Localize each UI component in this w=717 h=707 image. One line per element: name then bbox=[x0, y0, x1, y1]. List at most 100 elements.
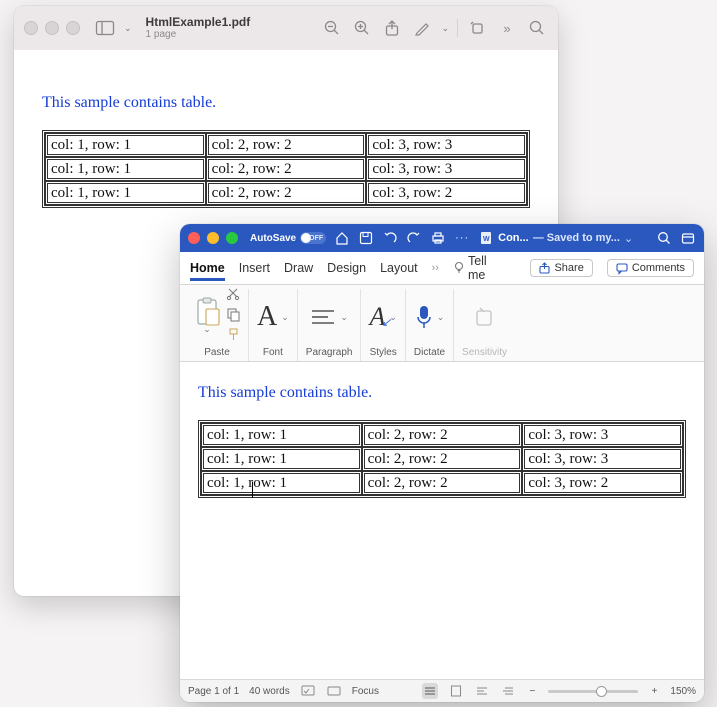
pdf-heading: This sample contains table. bbox=[42, 94, 530, 112]
zoom-out-icon[interactable] bbox=[321, 17, 343, 39]
table-cell[interactable]: col: 3, row: 3 bbox=[522, 423, 683, 447]
web-layout-icon[interactable] bbox=[474, 683, 490, 699]
ribbon-group-sensitivity: Sensitivity bbox=[454, 289, 515, 361]
table-row: col: 1, row: 1 col: 2, row: 2 col: 3, ro… bbox=[45, 157, 527, 181]
tabs-overflow-icon[interactable]: ›› bbox=[432, 262, 439, 274]
fullscreen-dot[interactable] bbox=[226, 232, 238, 244]
close-dot[interactable] bbox=[188, 232, 200, 244]
home-icon[interactable] bbox=[334, 230, 350, 246]
minimize-dot[interactable] bbox=[207, 232, 219, 244]
table-cell[interactable]: col: 1, row: 1 bbox=[201, 423, 362, 447]
markup-chevron-icon[interactable]: ⌄ bbox=[441, 23, 449, 34]
table-cell[interactable]: col: 3, row: 3 bbox=[522, 447, 683, 471]
table-row: col: 1, row: 1 col: 2, row: 2 col: 3, ro… bbox=[45, 133, 527, 157]
zoom-value[interactable]: 150% bbox=[670, 686, 696, 697]
search-icon[interactable] bbox=[526, 17, 548, 39]
zoom-slider[interactable] bbox=[548, 690, 638, 693]
chevron-down-icon[interactable]: ⌄ bbox=[124, 23, 132, 34]
table-cell[interactable]: col: 1, row: 1 bbox=[201, 447, 362, 471]
status-words[interactable]: 40 words bbox=[249, 686, 290, 697]
zoom-out-button[interactable]: − bbox=[526, 686, 538, 697]
table-row: col: 1, row: 1 col: 2, row: 2 col: 3, ro… bbox=[45, 181, 527, 205]
text-cursor bbox=[252, 482, 253, 498]
tab-home[interactable]: Home bbox=[190, 255, 225, 281]
window-traffic-lights bbox=[188, 232, 238, 244]
print-layout-icon[interactable] bbox=[448, 683, 464, 699]
redo-icon[interactable] bbox=[406, 230, 422, 246]
outline-view-icon[interactable] bbox=[500, 683, 516, 699]
pdf-page-count: 1 page bbox=[146, 29, 251, 40]
ribbon-group-styles: A↙ ⌄ Styles bbox=[361, 289, 405, 361]
table-cell[interactable]: col: 3, row: 2 bbox=[522, 471, 683, 495]
paragraph-lines-icon bbox=[310, 307, 336, 327]
copy-icon[interactable] bbox=[226, 307, 240, 324]
table-cell[interactable]: col: 1, row: 1 bbox=[201, 471, 362, 495]
comments-button[interactable]: Comments bbox=[607, 259, 694, 277]
print-icon[interactable] bbox=[430, 230, 446, 246]
fullscreen-dot[interactable] bbox=[66, 21, 80, 35]
sidebar-toggle-icon[interactable] bbox=[94, 17, 116, 39]
font-controls[interactable]: A ⌄ bbox=[257, 289, 289, 345]
ribbon-group-paragraph: ⌄ Paragraph bbox=[298, 289, 362, 361]
ribbon-tabs: Home Insert Draw Design Layout ›› Tell m… bbox=[180, 252, 704, 285]
tab-draw[interactable]: Draw bbox=[284, 255, 313, 281]
table-cell: col: 2, row: 2 bbox=[206, 157, 367, 181]
pdf-filename: HtmlExample1.pdf bbox=[146, 16, 251, 29]
pdf-titlebar: ⌄ HtmlExample1.pdf 1 page ⌄ » bbox=[14, 6, 558, 50]
word-table[interactable]: col: 1, row: 1 col: 2, row: 2 col: 3, ro… bbox=[198, 420, 686, 498]
word-window: AutoSave OFF ··· W Con... — Saved to my.… bbox=[180, 224, 704, 702]
ribbon-toggle-icon[interactable] bbox=[680, 230, 696, 246]
paste-button[interactable]: ⌄ bbox=[194, 297, 220, 335]
word-title: W Con... — Saved to my... ⌄ bbox=[478, 230, 648, 246]
table-cell: col: 3, row: 3 bbox=[366, 157, 527, 181]
read-mode-icon[interactable] bbox=[422, 683, 438, 699]
spellcheck-icon[interactable] bbox=[300, 683, 316, 699]
display-settings-icon[interactable] bbox=[326, 683, 342, 699]
title-chevron-icon[interactable]: ⌄ bbox=[624, 232, 633, 245]
sensitivity-button bbox=[474, 289, 496, 345]
ribbon-group-label: Dictate bbox=[414, 347, 445, 358]
label-tag-icon bbox=[474, 305, 496, 329]
tab-design[interactable]: Design bbox=[327, 255, 366, 281]
close-dot[interactable] bbox=[24, 21, 38, 35]
more-dots-icon[interactable]: ··· bbox=[454, 230, 470, 246]
zoom-in-button[interactable]: + bbox=[648, 686, 660, 697]
window-traffic-lights bbox=[24, 21, 80, 35]
share-icon[interactable] bbox=[381, 17, 403, 39]
table-cell[interactable]: col: 2, row: 2 bbox=[362, 423, 523, 447]
word-heading: This sample contains table. bbox=[198, 384, 686, 402]
cut-icon[interactable] bbox=[226, 286, 240, 303]
ribbon: ⌄ Paste A ⌄ Font ⌄ Paragraph bbox=[180, 285, 704, 362]
titlebar-search-icon[interactable] bbox=[656, 230, 672, 246]
table-cell: col: 1, row: 1 bbox=[45, 157, 206, 181]
pdf-document-body: This sample contains table. col: 1, row:… bbox=[14, 50, 558, 208]
ribbon-group-label: Sensitivity bbox=[462, 347, 507, 358]
undo-icon[interactable] bbox=[382, 230, 398, 246]
dictate-button[interactable]: ⌄ bbox=[415, 289, 445, 345]
save-icon[interactable] bbox=[358, 230, 374, 246]
format-painter-icon[interactable] bbox=[226, 328, 240, 345]
status-page[interactable]: Page 1 of 1 bbox=[188, 686, 239, 697]
minimize-dot[interactable] bbox=[45, 21, 59, 35]
tab-insert[interactable]: Insert bbox=[239, 255, 270, 281]
paragraph-controls[interactable]: ⌄ bbox=[310, 289, 348, 345]
table-cell[interactable]: col: 2, row: 2 bbox=[362, 471, 523, 495]
word-document-body[interactable]: This sample contains table. col: 1, row:… bbox=[180, 362, 704, 679]
word-doc-icon: W bbox=[478, 230, 494, 246]
share-button[interactable]: Share bbox=[530, 259, 592, 277]
focus-button[interactable]: Focus bbox=[352, 686, 379, 697]
styles-button[interactable]: A↙ ⌄ bbox=[369, 289, 396, 345]
word-status-bar: Page 1 of 1 40 words Focus − + 150% bbox=[180, 679, 704, 702]
markup-icon[interactable] bbox=[411, 17, 433, 39]
overflow-icon[interactable]: » bbox=[496, 17, 518, 39]
zoom-slider-knob[interactable] bbox=[596, 686, 607, 697]
chevron-down-icon: ⌄ bbox=[340, 312, 348, 323]
zoom-in-icon[interactable] bbox=[351, 17, 373, 39]
autosave-label: AutoSave bbox=[250, 233, 296, 244]
tab-layout[interactable]: Layout bbox=[380, 255, 418, 281]
chevron-down-icon: ⌄ bbox=[281, 312, 289, 323]
rotate-icon[interactable] bbox=[466, 17, 488, 39]
autosave-toggle[interactable]: AutoSave OFF bbox=[250, 232, 326, 244]
tab-tellme[interactable]: Tell me bbox=[468, 248, 503, 288]
table-cell[interactable]: col: 2, row: 2 bbox=[362, 447, 523, 471]
